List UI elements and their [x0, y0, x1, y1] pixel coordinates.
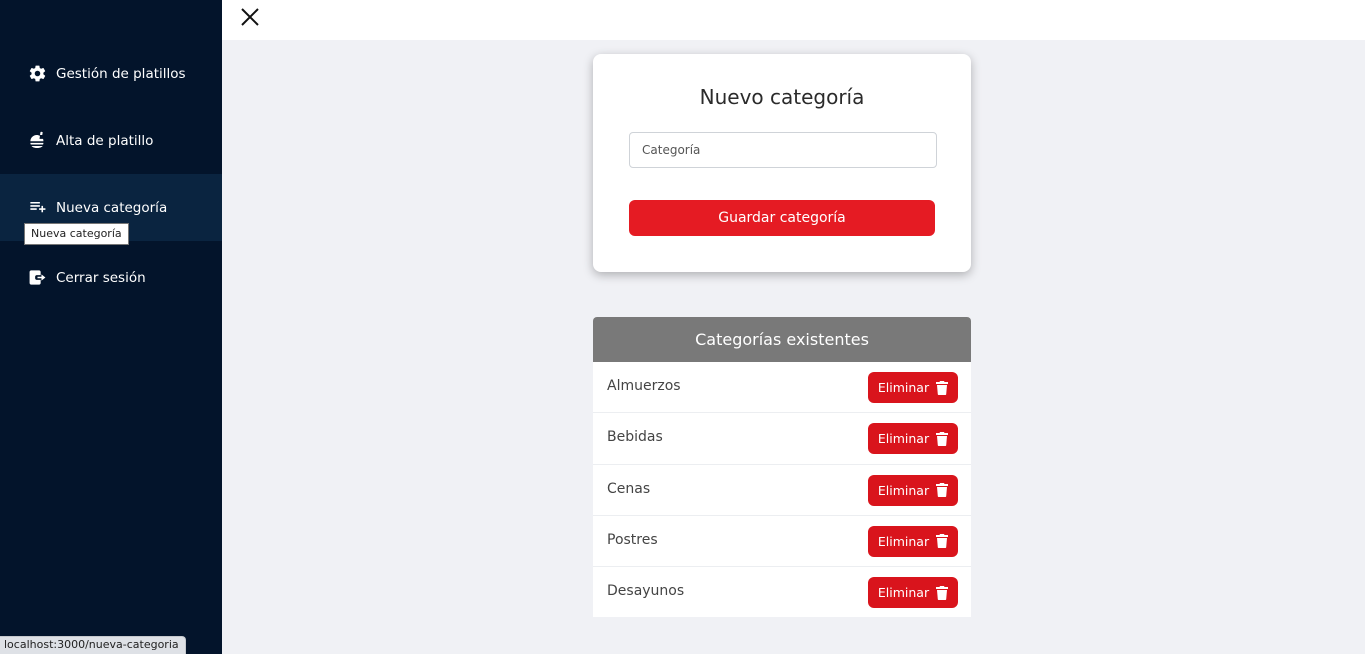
food-icon: [27, 131, 47, 151]
top-bar: [222, 0, 1365, 40]
trash-icon: [936, 380, 949, 395]
delete-label: Eliminar: [877, 482, 930, 498]
logout-icon: [27, 268, 47, 288]
trash-icon: [936, 483, 949, 498]
list-item: Cenas Eliminar: [593, 465, 971, 516]
form-title: Nuevo categoría: [699, 85, 865, 109]
delete-label: Eliminar: [877, 380, 930, 395]
sidebar-item-cerrar-sesion[interactable]: Cerrar sesión: [0, 244, 222, 311]
sidebar-item-label: Cerrar sesión: [56, 269, 146, 286]
status-bar-url: localhost:3000/nueva-categoria: [0, 636, 186, 654]
delete-button[interactable]: Eliminar: [868, 577, 958, 609]
sidebar-item-label: Gestión de platillos: [56, 65, 186, 82]
trash-icon: [936, 585, 949, 600]
list-item: Bebidas Eliminar: [593, 413, 971, 465]
list-item: Desayunos Eliminar: [593, 567, 971, 617]
save-category-button[interactable]: Guardar categoría: [629, 200, 935, 236]
existing-categories-list: Categorías existentes Almuerzos Eliminar…: [593, 317, 971, 617]
list-header: Categorías existentes: [593, 317, 971, 362]
category-name: Bebidas: [607, 429, 663, 446]
list-item: Postres Eliminar: [593, 516, 971, 568]
tooltip: Nueva categoría: [24, 223, 129, 245]
delete-button[interactable]: Eliminar: [868, 525, 958, 557]
delete-label: Eliminar: [877, 585, 930, 601]
sidebar-item-label: Alta de platillo: [56, 132, 154, 149]
trash-icon: [936, 534, 949, 549]
trash-icon: [936, 431, 949, 446]
sidebar-item-gestion-platillos[interactable]: Gestión de platillos: [0, 40, 222, 107]
category-name: Desayunos: [607, 583, 685, 600]
sidebar-item-label: Nueva categoría: [56, 199, 168, 216]
delete-button[interactable]: Eliminar: [868, 423, 958, 455]
close-icon[interactable]: [239, 6, 261, 28]
category-name: Almuerzos: [607, 378, 681, 394]
delete-label: Eliminar: [877, 533, 930, 549]
playlist-add-icon: [27, 198, 47, 218]
list-item: Almuerzos Eliminar: [593, 362, 971, 414]
gear-icon: [27, 64, 47, 84]
category-input[interactable]: [629, 132, 937, 168]
category-name: Cenas: [607, 480, 651, 497]
delete-button[interactable]: Eliminar: [868, 474, 958, 506]
delete-label: Eliminar: [877, 431, 930, 447]
category-name: Postres: [607, 531, 658, 548]
new-category-form: Nuevo categoría Guardar categoría: [593, 54, 971, 272]
sidebar: Gestión de platillos Alta de platillo Nu…: [0, 0, 222, 654]
sidebar-item-alta-platillo[interactable]: Alta de platillo: [0, 107, 222, 174]
delete-button[interactable]: Eliminar: [868, 372, 958, 403]
